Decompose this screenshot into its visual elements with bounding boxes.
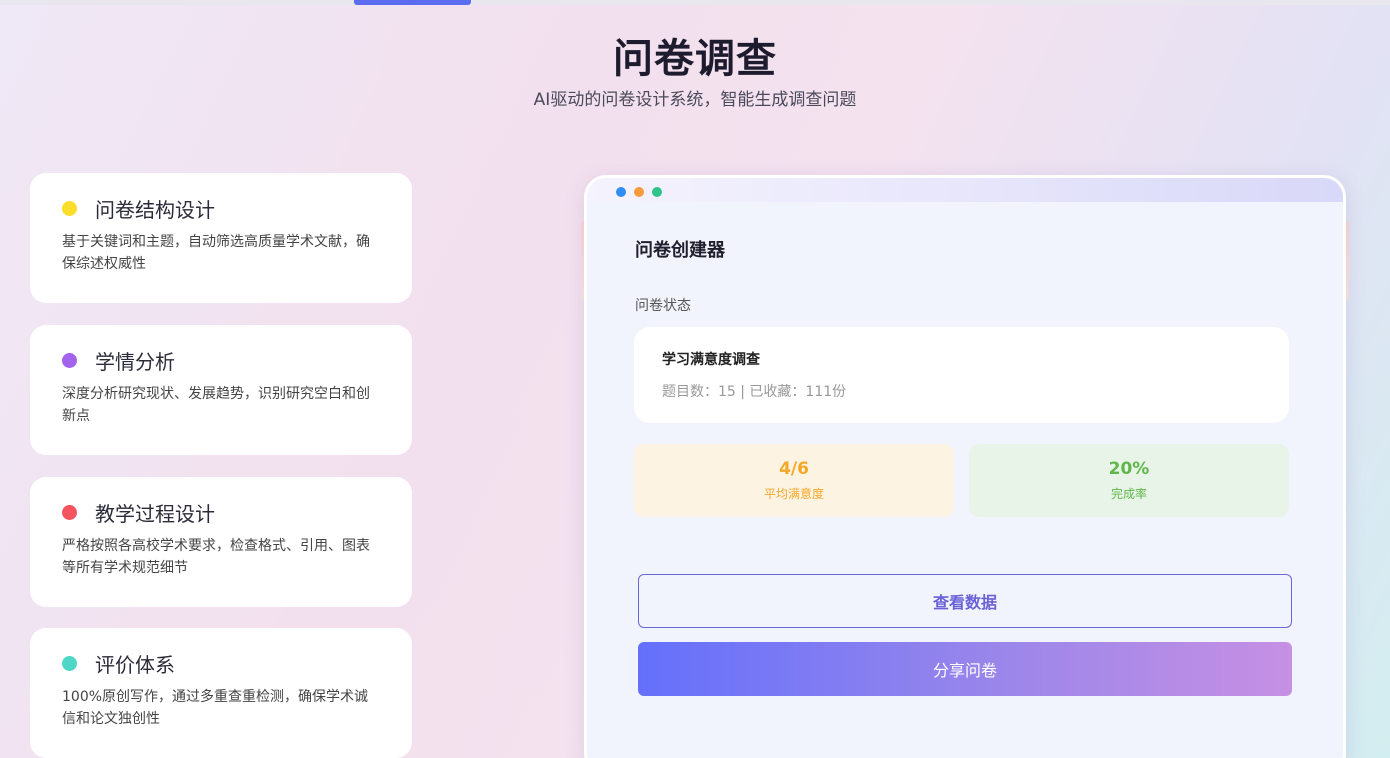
window-titlebar [587,178,1343,202]
feature-description: 严格按照各高校学术要求，检查格式、引用、图表等所有学术规范细节 [62,538,370,576]
stat-value: 4/6 [779,459,809,479]
page-title: 问卷调查 [613,36,777,82]
feature-card-evaluation[interactable]: 评价体系 100%原创写作，通过多重查重检测，确保学术诚信和论文独创性 [30,628,412,758]
yellow-dot-icon [62,200,77,216]
status-label: 问卷状态 [635,298,691,314]
feature-card-structure[interactable]: 问卷结构设计 基于关键词和主题，自动筛选高质量学术文献，确保综述权威性 [30,173,412,303]
red-dot-icon [62,504,77,520]
feature-description: 100%原创写作，通过多重查重检测，确保学术诚信和论文独创性 [62,689,369,727]
feature-description: 深度分析研究现状、发展趋势，识别研究空白和创新点 [62,386,370,424]
feature-title: 问卷结构设计 [95,197,215,222]
feature-card-analysis[interactable]: 学情分析 深度分析研究现状、发展趋势，识别研究空白和创新点 [30,325,412,455]
creator-title: 问卷创建器 [635,240,725,261]
stat-label: 平均满意度 [763,487,824,501]
page-subtitle: AI驱动的问卷设计系统，智能生成调查问题 [533,90,857,110]
survey-name: 学习满意度调查 [662,352,760,368]
feature-title: 评价体系 [95,652,175,677]
active-tab-indicator [354,0,471,5]
stat-value: 20% [1108,459,1150,479]
view-data-button[interactable]: 查看数据 [638,574,1292,628]
survey-meta: 题目数：15 | 已收藏：111份 [662,384,847,400]
stat-avg-satisfaction: 4/6 平均满意度 [634,444,954,517]
share-survey-button[interactable]: 分享问卷 [638,642,1292,696]
feature-title: 学情分析 [95,349,175,374]
feature-title: 教学过程设计 [95,501,215,526]
feature-card-teaching[interactable]: 教学过程设计 严格按照各高校学术要求，检查格式、引用、图表等所有学术规范细节 [30,477,412,607]
feature-description: 基于关键词和主题，自动筛选高质量学术文献，确保综述权威性 [62,234,370,272]
stat-label: 完成率 [1110,487,1147,501]
survey-status-card[interactable]: 学习满意度调查 题目数：15 | 已收藏：111份 [634,327,1289,423]
window-dot-orange-icon [634,187,644,197]
teal-dot-icon [62,655,77,671]
window-dot-green-icon [652,187,662,197]
purple-dot-icon [62,352,77,368]
stat-completion-rate: 20% 完成率 [969,444,1289,517]
survey-creator-window: 问卷创建器 问卷状态 学习满意度调查 题目数：15 | 已收藏：111份 4/6… [584,175,1346,758]
window-dot-blue-icon [616,187,626,197]
top-nav-bar [0,0,1390,5]
